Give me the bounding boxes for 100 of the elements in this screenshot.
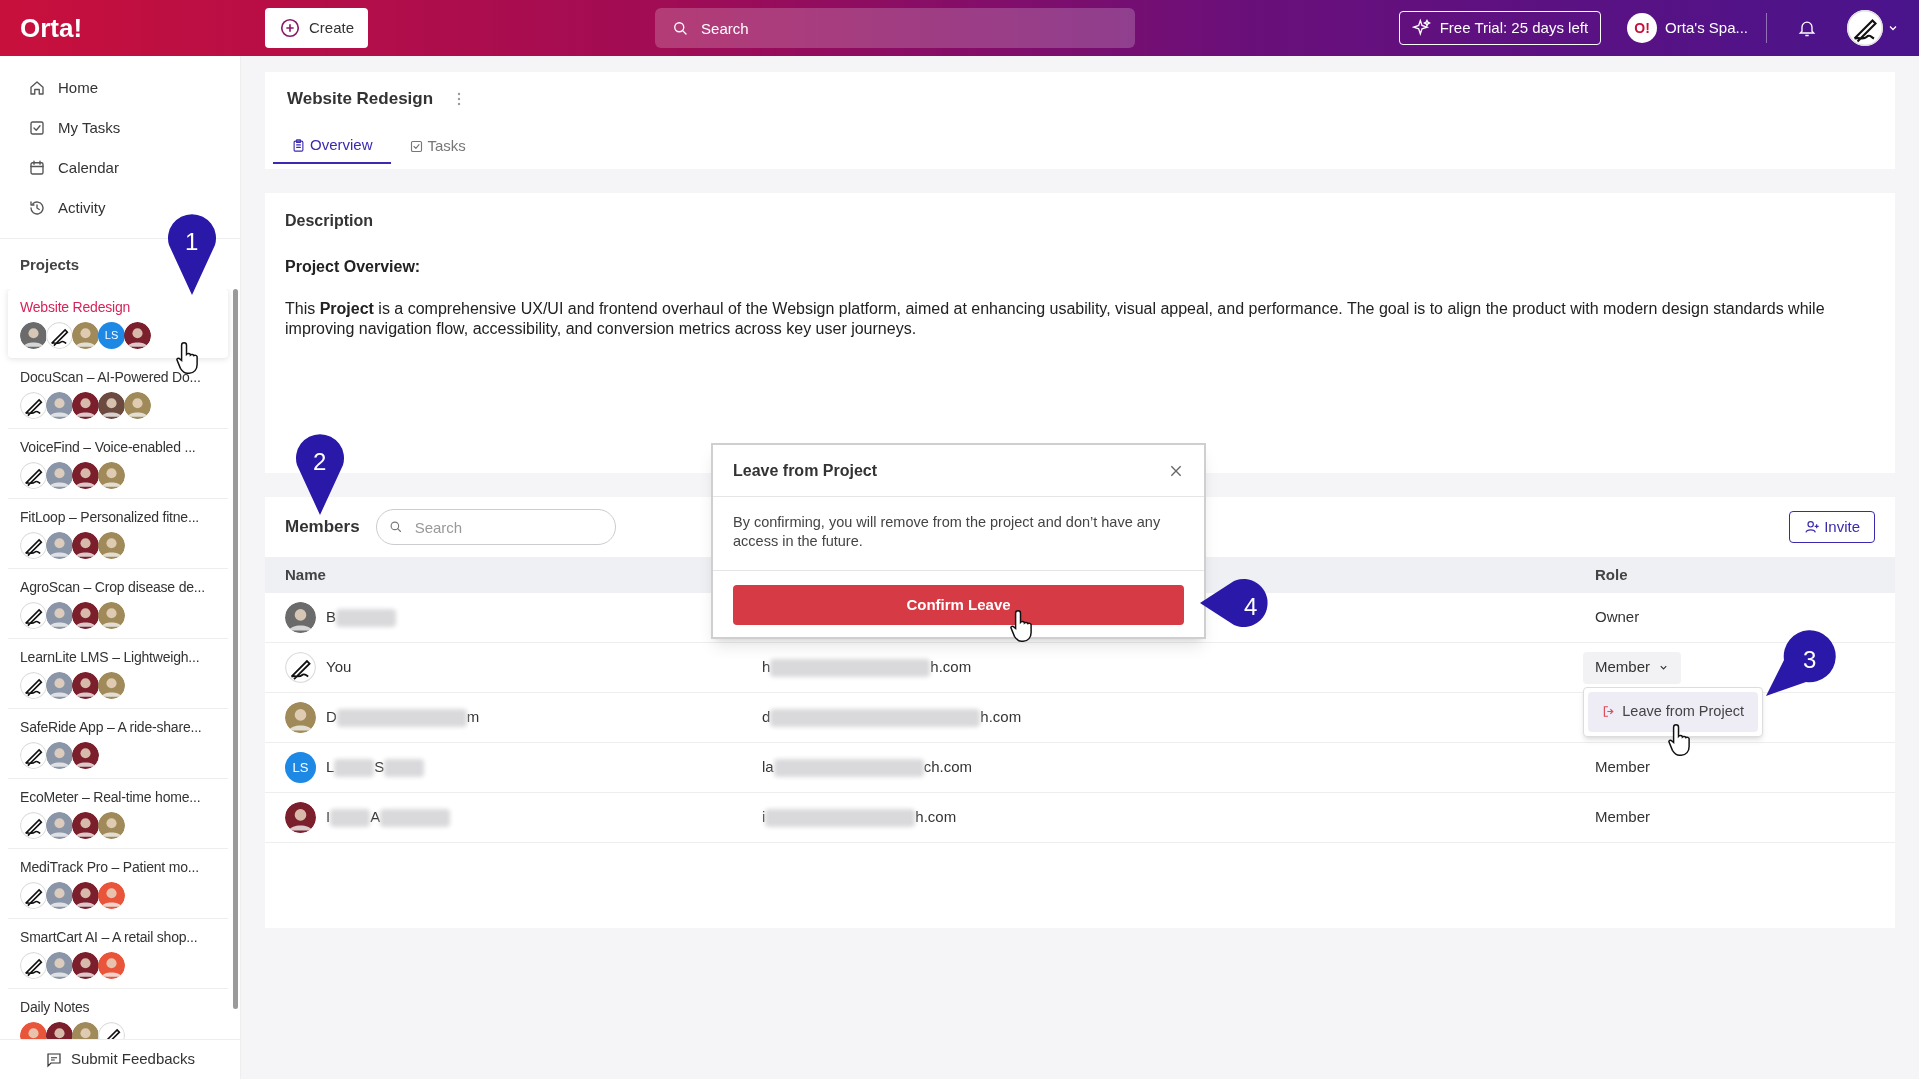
section-heading: Members xyxy=(285,516,360,539)
signature-avatar xyxy=(1847,10,1883,46)
signature-avatar xyxy=(20,672,47,699)
project-item[interactable]: VoiceFind – Voice-enabled ... xyxy=(8,429,228,499)
text-fragment: A xyxy=(370,807,381,828)
project-item[interactable]: SmartCart AI – A retail shop... xyxy=(8,919,228,989)
project-item[interactable]: AgroScan – Crop disease de... xyxy=(8,569,228,639)
text-fragment: d xyxy=(762,707,771,728)
section-heading: Projects xyxy=(20,256,80,273)
signature-avatar xyxy=(20,812,47,839)
project-name: FitLoop – Personalized fitne... xyxy=(20,508,200,527)
callout-number: 1 xyxy=(185,227,199,257)
text-fragment: B xyxy=(326,607,336,628)
nav-item[interactable]: Home xyxy=(0,68,240,108)
signature-avatar xyxy=(20,742,47,769)
signature-avatar xyxy=(285,652,316,683)
project-name: DocuScan – AI-Powered Do... xyxy=(20,368,201,387)
text-fragment: m xyxy=(466,707,480,728)
text-fragment: S xyxy=(374,757,385,778)
description-text: This Project is a comprehensive UX/UI and frontend overhaul of the Websign platform, aimed at enhancing usability, visual appeal, and performance. The goal is to align the product with modern design standards while improving navigation flow, accessibility, and conversion metrics across key user journeys. xyxy=(285,299,1826,339)
text-fragment: ch.com xyxy=(923,757,973,778)
text-fragment: You xyxy=(326,657,352,678)
project-name: EcoMeter – Real-time home... xyxy=(20,788,201,807)
initials-avatar: LS xyxy=(98,322,125,349)
clipboard-icon xyxy=(291,138,306,153)
scrollbar[interactable] xyxy=(233,289,238,1009)
project-title: Website Redesign xyxy=(287,88,434,110)
hand-cursor-icon xyxy=(176,342,198,374)
blurred-text xyxy=(330,808,371,827)
text-fragment: L xyxy=(326,757,335,778)
checkbox-icon xyxy=(408,139,424,154)
dialog-message: By confirming, you will remove from the project and don’t have any access in the future. xyxy=(713,497,1204,571)
project-name: Daily Notes xyxy=(20,998,90,1017)
checkbox-icon xyxy=(28,119,46,137)
signature-avatar xyxy=(20,462,47,489)
plus-circle-icon xyxy=(279,17,301,39)
dialog-title: Leave from Project xyxy=(733,460,878,481)
logout-icon xyxy=(1602,704,1617,719)
role-text: Member xyxy=(1595,807,1650,828)
calendar-icon xyxy=(28,159,46,177)
nav-item[interactable]: My Tasks xyxy=(0,108,240,148)
signature-avatar xyxy=(20,532,47,559)
history-icon xyxy=(28,199,46,217)
workspace-badge[interactable]: O! xyxy=(1627,13,1658,43)
signature-avatar xyxy=(46,322,73,349)
project-item[interactable]: LearnLite LMS – Lightweigh... xyxy=(8,639,228,709)
project-item[interactable]: SafeRide App – A ride-share... xyxy=(8,709,228,779)
project-item[interactable]: Website Redesign LS xyxy=(8,289,228,359)
role-dropdown[interactable]: Member xyxy=(1583,651,1681,684)
project-name: AgroScan – Crop disease de... xyxy=(20,578,205,597)
signature-avatar xyxy=(20,882,47,909)
more-icon[interactable] xyxy=(457,91,462,106)
logo[interactable]: Orta! xyxy=(20,8,265,48)
section-heading: Description xyxy=(285,211,374,231)
text-fragment: h.com xyxy=(930,657,972,678)
nav-item[interactable]: Calendar xyxy=(0,148,240,188)
message-icon xyxy=(44,1050,63,1069)
tab[interactable]: Tasks xyxy=(390,129,484,164)
text-fragment: D xyxy=(326,707,337,728)
project-item[interactable]: EcoMeter – Real-time home... xyxy=(8,779,228,849)
project-name: LearnLite LMS – Lightweigh... xyxy=(20,648,200,667)
project-name: SmartCart AI – A retail shop... xyxy=(20,928,198,947)
subheading: Project Overview: xyxy=(285,257,422,277)
confirm-leave-button[interactable]: Confirm Leave xyxy=(733,585,1184,625)
project-item[interactable]: Daily Notes xyxy=(8,989,228,1039)
text-fragment: I xyxy=(326,807,331,828)
leave-menu-item[interactable]: Leave from Project xyxy=(1588,691,1758,732)
blurred-text xyxy=(334,758,375,777)
text-fragment: h xyxy=(762,657,771,678)
trial-button[interactable]: Free Trial: 25 days left xyxy=(1398,11,1602,45)
project-item[interactable]: FitLoop – Personalized fitne... xyxy=(8,499,228,569)
role-text: Owner xyxy=(1595,607,1640,628)
project-item[interactable]: MediTrack Pro – Patient mo... xyxy=(8,849,228,919)
create-button[interactable]: Create xyxy=(265,8,369,48)
role-text: Member xyxy=(1595,757,1650,778)
home-icon xyxy=(28,79,46,97)
callout-number: 2 xyxy=(313,447,327,477)
text-fragment: i xyxy=(762,807,766,828)
member-search-field[interactable]: Search xyxy=(375,509,616,545)
column-header: Name xyxy=(285,564,327,585)
workspace-name[interactable]: Orta's Spa... xyxy=(1665,16,1748,40)
invite-button[interactable]: Invite xyxy=(1789,511,1875,543)
callout-number: 3 xyxy=(1803,645,1817,675)
callout-number: 4 xyxy=(1244,592,1258,622)
tab[interactable]: Overview xyxy=(273,129,391,164)
feedback-button[interactable]: Submit Feedbacks xyxy=(0,1039,240,1079)
project-name: Website Redesign xyxy=(20,298,131,317)
column-header: Role xyxy=(1595,564,1628,585)
project-name: MediTrack Pro – Patient mo... xyxy=(20,858,199,877)
text-fragment: h.com xyxy=(980,707,1022,728)
text-fragment: la xyxy=(762,757,774,778)
add-user-icon xyxy=(1804,519,1821,535)
signature-avatar xyxy=(20,952,47,979)
initials-avatar: LS xyxy=(285,752,316,783)
signature-avatar xyxy=(20,392,47,419)
project-item[interactable]: DocuScan – AI-Powered Do... xyxy=(8,359,228,429)
nav-item[interactable]: Activity xyxy=(0,188,240,228)
project-name: VoiceFind – Voice-enabled ... xyxy=(20,438,196,457)
project-name: SafeRide App – A ride-share... xyxy=(20,718,202,737)
sparkle-icon xyxy=(1411,18,1432,38)
